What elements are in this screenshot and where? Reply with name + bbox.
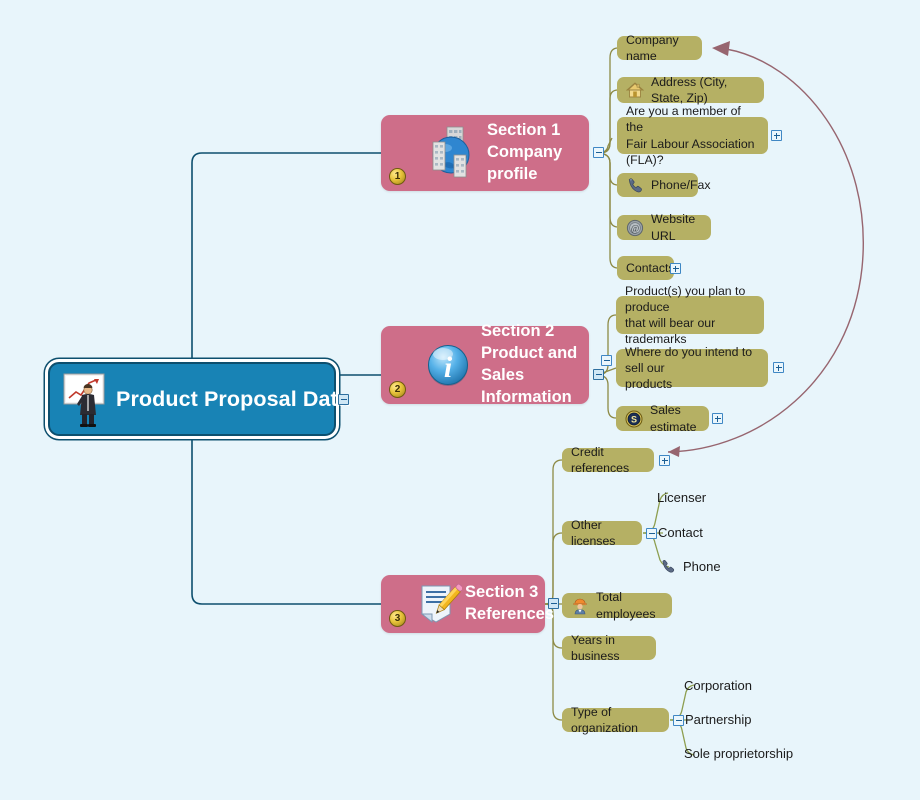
topic-label: Years in business [571, 632, 620, 663]
topic-total-employees[interactable]: Total employees [562, 590, 672, 621]
section-number-badge-3: 3 [389, 610, 406, 627]
topic-label: Company name [626, 32, 679, 63]
svg-text:i: i [444, 351, 453, 384]
topic-label: Contacts [626, 260, 675, 275]
home-icon [625, 81, 645, 99]
topic-type-of-organization-collapse-toggle[interactable] [673, 715, 684, 726]
dollar-coin-icon: S [625, 410, 643, 428]
globe-buildings-icon [421, 122, 483, 184]
section-label-2: Section 2 Product and Sales Information [481, 322, 578, 406]
leaf-licenser[interactable]: Licenser [657, 490, 706, 505]
phone-icon [626, 176, 644, 194]
topic-contacts-expand-toggle[interactable] [670, 263, 681, 274]
leaf-contact[interactable]: Contact [658, 525, 703, 540]
root-node[interactable]: Product Proposal Data [48, 362, 350, 436]
section2-collapse-toggle[interactable] [593, 369, 604, 380]
section-node-3[interactable]: Section 3 References 3 [381, 575, 554, 633]
topic-other-licenses-collapse-toggle[interactable] [646, 528, 657, 539]
leaf-label: Partnership [685, 712, 752, 727]
topic-where-sell-expand-toggle[interactable] [773, 362, 784, 373]
svg-text:@: @ [631, 223, 639, 233]
leaf-partnership[interactable]: Partnership [685, 712, 751, 727]
subbranches-section1 [596, 47, 619, 269]
section-label-1: Section 1 Company profile [487, 121, 563, 183]
topic-phone-fax[interactable]: Phone/Fax [617, 173, 710, 197]
topic-contacts[interactable]: Contacts [617, 256, 675, 280]
topic-other-licenses[interactable]: Other licenses [562, 518, 642, 548]
topic-label: Website URL [651, 212, 696, 243]
branch-root-to-section1 [191, 152, 381, 362]
topic-fla-membership[interactable]: Are you a member of the Fair Labour Asso… [617, 104, 768, 167]
topic-label: Address (City, State, Zip) [651, 74, 728, 105]
topic-label: Credit references [571, 444, 630, 475]
section1-collapse-toggle[interactable] [593, 147, 604, 158]
topic-company-name[interactable]: Company name [617, 33, 702, 63]
topic-type-of-organization[interactable]: Type of organization [562, 705, 669, 735]
leaf-label: Contact [658, 525, 703, 540]
topic-where-sell-collapse-toggle[interactable] [601, 355, 612, 366]
topic-credit-references-expand-toggle[interactable] [659, 455, 670, 466]
section-number-badge-2: 2 [389, 381, 406, 398]
presentation-chart-icon [58, 370, 114, 428]
at-sign-icon: @ [626, 219, 644, 237]
root-collapse-toggle[interactable] [338, 394, 349, 405]
topic-website-url[interactable]: @ Website URL [617, 212, 711, 243]
branch-root-to-section3 [191, 436, 381, 605]
topic-label: Phone/Fax [651, 177, 711, 192]
leaf-sole-proprietorship[interactable]: Sole proprietorship [684, 746, 793, 761]
section-node-2[interactable]: i Section 2 Product and Sales Informatio… [381, 322, 589, 406]
note-pencil-icon [414, 580, 464, 628]
leaf-corporation[interactable]: Corporation [684, 678, 752, 693]
topic-sales-estimate-expand-toggle[interactable] [712, 413, 723, 424]
topic-label: Type of organization [571, 704, 638, 735]
topic-label: Product(s) you plan to produce that will… [625, 283, 746, 347]
topic-address[interactable]: Address (City, State, Zip) [617, 74, 764, 105]
section-label-3: Section 3 References [465, 583, 554, 623]
leaf-label: Phone [683, 558, 721, 574]
topic-years-in-business[interactable]: Years in business [562, 633, 656, 663]
topic-label: Sales estimate [650, 403, 697, 434]
phone-icon [659, 558, 677, 574]
leaf-phone[interactable]: Phone [659, 558, 721, 574]
subbranches-section2 [596, 314, 617, 419]
leaf-label: Corporation [684, 678, 752, 693]
section3-collapse-toggle[interactable] [548, 598, 559, 609]
mindmap-canvas: Product Proposal Data Section 1 Company … [0, 0, 920, 800]
svg-text:S: S [631, 414, 637, 424]
root-label: Product Proposal Data [116, 386, 350, 411]
worker-icon [571, 597, 589, 615]
topic-fla-membership-expand-toggle[interactable] [771, 130, 782, 141]
section-node-1[interactable]: Section 1 Company profile 1 [381, 115, 589, 191]
section-number-badge-1: 1 [389, 168, 406, 185]
topic-label: Are you a member of the Fair Labour Asso… [626, 104, 755, 167]
topic-products-to-produce[interactable]: Product(s) you plan to produce that will… [616, 284, 764, 346]
topic-where-to-sell[interactable]: Where do you intend to sell our products [616, 345, 768, 391]
leaf-label: Licenser [657, 490, 707, 505]
topic-credit-references[interactable]: Credit references [562, 445, 654, 475]
topic-label: Where do you intend to sell our products [625, 344, 753, 392]
info-circle-icon: i [421, 338, 475, 392]
topic-sales-estimate[interactable]: S Sales estimate [616, 403, 709, 434]
topic-label: Other licenses [571, 517, 616, 548]
leaf-label: Sole proprietorship [684, 746, 794, 761]
topic-label: Total employees [596, 590, 656, 621]
